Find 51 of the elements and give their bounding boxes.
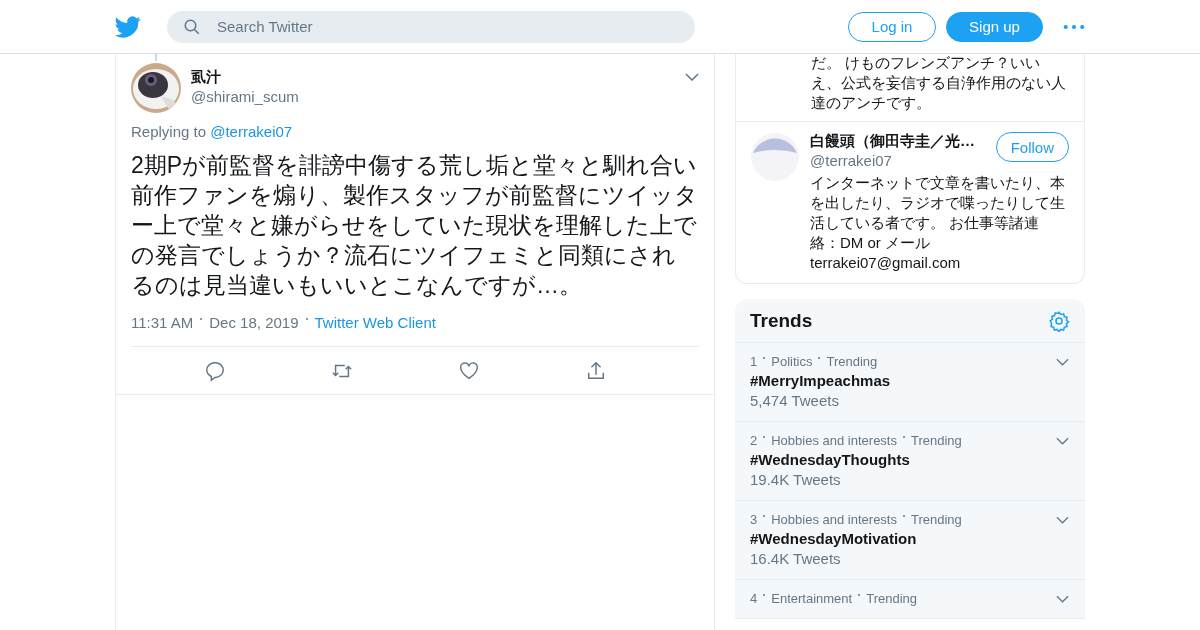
chevron-down-icon[interactable] xyxy=(1056,358,1069,366)
trend-category: Politics xyxy=(771,354,813,369)
reply-mention-link[interactable]: @terrakei07 xyxy=(210,123,293,140)
chevron-down-icon[interactable] xyxy=(1056,595,1069,603)
reply-icon[interactable] xyxy=(203,360,226,382)
trend-rank: 3 xyxy=(750,512,758,527)
tweet-count: 16.4K Tweets xyxy=(750,550,842,567)
bio-text: だ。 けものフレンズアンチ？いいえ、公式を妄信する自浄作用のない人達のアンチです。 xyxy=(810,53,1067,113)
trend-rank: 1 xyxy=(750,354,758,369)
source-link[interactable]: Twitter Web Client xyxy=(314,314,436,331)
tweet-count: 5,474 Tweets xyxy=(750,392,840,409)
trend-status: Trending xyxy=(911,433,962,448)
settings-icon[interactable] xyxy=(1048,310,1070,332)
sign-up-button[interactable]: Sign up xyxy=(946,11,1043,42)
trend-item[interactable]: 2 Hobbies and interests Trending #WednesdayThoughts 19.4K Tweets xyxy=(735,422,1085,501)
trend-status: Trending xyxy=(911,512,962,527)
chevron-down-icon[interactable] xyxy=(685,73,699,81)
heart-icon[interactable] xyxy=(457,360,480,382)
author-handle: @shirami_scum xyxy=(191,88,300,105)
trend-item[interactable]: 1 Politics Trending #MerryImpeachmas 5,474 Tweets xyxy=(735,343,1085,422)
trend-hashtag: #WednesdayThoughts xyxy=(750,451,911,468)
follow-button[interactable]: Follow xyxy=(995,132,1069,162)
chevron-down-icon[interactable] xyxy=(1056,437,1069,445)
trend-category: Hobbies and interests xyxy=(771,433,897,448)
chevron-down-icon[interactable] xyxy=(1056,516,1069,524)
tweet-count: 19.4K Tweets xyxy=(750,471,842,488)
log-in-button[interactable]: Log in xyxy=(848,11,936,42)
trend-item[interactable]: 3 Hobbies and interests Trending #WednesdayMotivation 16.4K Tweets xyxy=(735,501,1085,580)
replying-label: Replying to xyxy=(131,123,207,140)
trend-category: Entertainment xyxy=(771,591,853,606)
trend-hashtag: #WednesdayMotivation xyxy=(750,530,918,547)
trend-item[interactable]: 4 Entertainment Trending xyxy=(735,580,1085,619)
trend-status: Trending xyxy=(826,354,878,369)
tweet-date: Dec 18, 2019 xyxy=(209,314,299,331)
trend-status: Trending xyxy=(866,591,917,606)
trend-hashtag: #MerryImpeachmas xyxy=(750,372,892,389)
bird-logo-icon[interactable] xyxy=(115,13,141,40)
trend-category: Hobbies and interests xyxy=(771,512,897,527)
profile-handle: @terrakei07 xyxy=(810,152,893,169)
avatar-icon xyxy=(751,133,799,181)
tweet-time: 11:31 AM xyxy=(131,314,194,331)
bio-text: インターネットで文章を書いたり、本を出したり、ラジオで喋ったりして生活している者です。 お仕事等諸連絡：DM or メール terrakei07@gmail.com xyxy=(810,173,1066,273)
trend-rank: 4 xyxy=(750,591,758,606)
search-icon xyxy=(183,17,201,36)
tweet-text: 2期Pが前監督を誹謗中傷する荒し垢と堂々と馴れ合い前作ファンを煽り、製作スタッフが前監督にツイッター上で堂々と嫌がらせをしていた現状を理解した上での発言でしょうか？流石にツイフェミと同類にされるのは見当違いもいいとこなんですが…。 xyxy=(131,151,699,300)
profile-name: 白饅頭（御田寺圭／光… xyxy=(810,132,975,151)
trend-rank: 2 xyxy=(750,433,758,448)
search-field[interactable]: Search Twitter xyxy=(167,10,695,43)
trends-title: Trends xyxy=(750,310,813,332)
more-icon[interactable] xyxy=(1063,22,1085,31)
author-name: 虱汁 xyxy=(191,68,222,87)
